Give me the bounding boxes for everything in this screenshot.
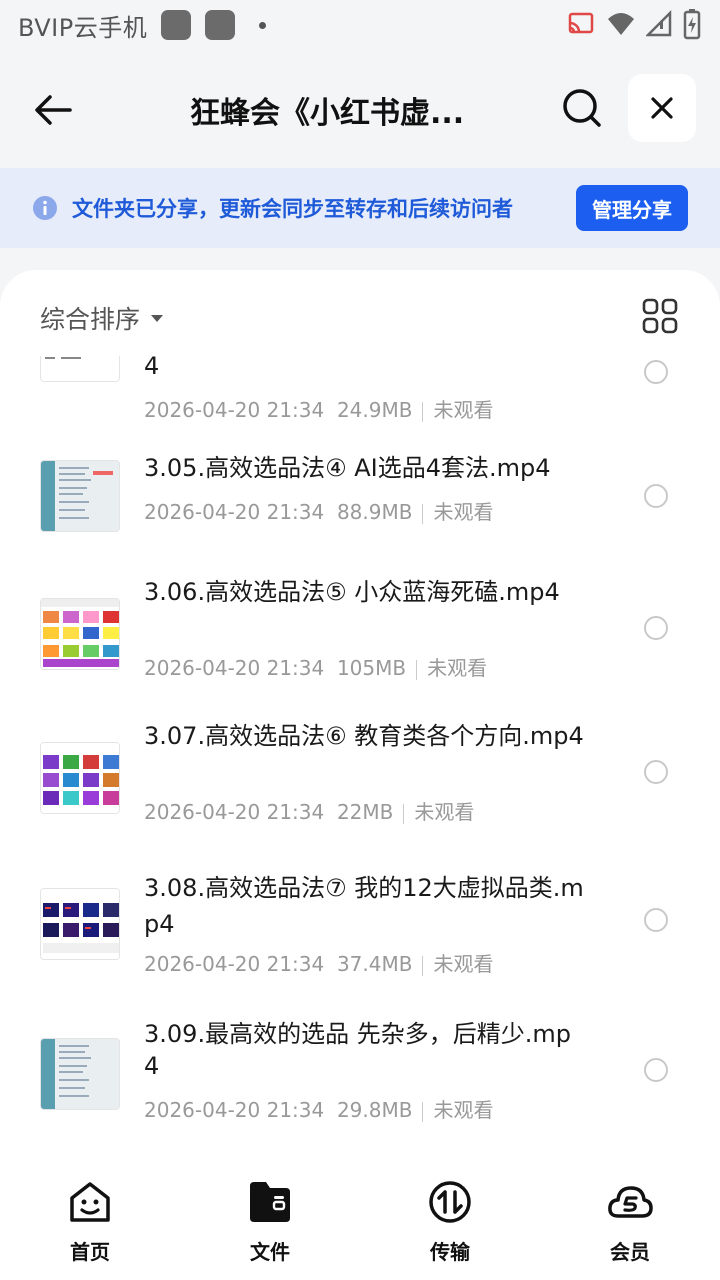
select-radio[interactable] — [644, 1058, 668, 1082]
share-banner: 文件夹已分享，更新会同步至转存和后续访问者 管理分享 — [0, 168, 720, 248]
grid-view-icon — [642, 298, 678, 334]
vip-cloud-icon — [608, 1186, 653, 1218]
file-date: 2026-04-20 21:34 — [144, 952, 325, 976]
file-size: 24.9MB — [336, 398, 413, 422]
nav-home-label: 首页 — [70, 1240, 110, 1264]
share-banner-text: 文件夹已分享，更新会同步至转存和后续访问者 — [72, 197, 513, 221]
search-button[interactable] — [558, 84, 606, 132]
cast-icon — [568, 12, 594, 34]
watch-status: 未观看 — [414, 800, 475, 824]
file-name: 3.07.高效选品法⑥ 教育类各个方向.mp4 — [144, 722, 584, 750]
status-bar: BVIP云手机 — [0, 0, 720, 50]
file-name: 3.08.高效选品法⑦ 我的12大虚拟品类.mp4 — [144, 874, 584, 938]
watch-status: 未观看 — [433, 1098, 494, 1122]
file-name: 3.06.高效选品法⑤ 小众蓝海死磕.mp4 — [144, 578, 560, 606]
file-date: 2026-04-20 21:34 — [144, 398, 325, 422]
wifi-icon — [608, 13, 634, 35]
back-button[interactable] — [30, 86, 78, 134]
nav-vip-label: 会员 — [610, 1240, 650, 1264]
close-icon — [651, 97, 673, 119]
watch-status: 未观看 — [433, 952, 494, 976]
sort-label: 综合排序 — [40, 305, 141, 334]
select-radio[interactable] — [644, 484, 668, 508]
video-thumbnail — [40, 888, 120, 960]
nav-files-label: 文件 — [250, 1240, 290, 1264]
file-list-card: 综合排序 4 2026-04-20 21:34 24.9MB 未观看 3.05.… — [0, 270, 720, 1280]
notification-icon — [161, 10, 192, 40]
video-thumbnail — [40, 742, 120, 814]
folder-icon — [250, 1182, 290, 1222]
select-radio[interactable] — [644, 760, 668, 784]
file-size: 37.4MB — [336, 952, 413, 976]
file-row[interactable]: 3.05.高效选品法④ AI选品4套法.mp4 2026-04-20 21:34… — [0, 450, 720, 576]
file-size: 22MB — [336, 800, 394, 824]
file-meta: 2026-04-20 21:34 24.9MB 未观看 — [144, 394, 493, 423]
file-size: 88.9MB — [336, 500, 413, 524]
nav-transfer-label: 传输 — [430, 1240, 470, 1264]
info-icon — [33, 196, 57, 220]
file-meta: 2026-04-20 21:34 105MB 未观看 — [144, 652, 487, 681]
file-name: 3.09.最高效的选品 先杂多，后精少.mp4 — [144, 1020, 571, 1080]
nav-files[interactable]: 文件 — [180, 1162, 360, 1280]
file-date: 2026-04-20 21:34 — [144, 800, 325, 824]
file-meta: 2026-04-20 21:34 29.8MB 未观看 — [144, 1094, 493, 1123]
page-title: 狂蜂会《小红书虚... — [190, 96, 465, 131]
file-name: 3.05.高效选品法④ AI选品4套法.mp4 — [144, 454, 551, 482]
file-size: 29.8MB — [336, 1098, 413, 1122]
file-row[interactable]: 3.08.高效选品法⑦ 我的12大虚拟品类.mp4 2026-04-20 21:… — [0, 864, 720, 1014]
battery-charging-icon — [683, 9, 701, 40]
file-row[interactable]: 4 2026-04-20 21:34 24.9MB 未观看 — [0, 356, 720, 450]
sort-dropdown[interactable]: 综合排序 — [40, 300, 168, 336]
nav-home[interactable]: 首页 — [0, 1162, 180, 1280]
file-list[interactable]: 4 2026-04-20 21:34 24.9MB 未观看 3.05.高效选品法… — [0, 356, 720, 1152]
home-face-icon — [70, 1182, 110, 1222]
file-meta: 2026-04-20 21:34 22MB 未观看 — [144, 796, 474, 825]
file-row[interactable]: 3.06.高效选品法⑤ 小众蓝海死磕.mp4 2026-04-20 21:34 … — [0, 576, 720, 720]
manage-share-button[interactable]: 管理分享 — [576, 185, 688, 231]
bottom-nav: 首页 文件 传输 会员 — [0, 1162, 720, 1280]
nav-transfer[interactable]: 传输 — [360, 1162, 540, 1280]
watch-status: 未观看 — [433, 398, 494, 422]
caret-down-icon — [151, 315, 164, 322]
back-arrow-icon — [35, 95, 72, 125]
file-meta: 2026-04-20 21:34 88.9MB 未观看 — [144, 496, 493, 525]
file-date: 2026-04-20 21:34 — [144, 1098, 325, 1122]
file-row[interactable]: 3.07.高效选品法⑥ 教育类各个方向.mp4 2026-04-20 21:34… — [0, 720, 720, 864]
file-date: 2026-04-20 21:34 — [144, 656, 325, 680]
search-icon — [563, 89, 601, 127]
transfer-icon — [429, 1181, 471, 1223]
video-thumbnail — [40, 598, 120, 670]
select-radio[interactable] — [644, 360, 668, 384]
grid-view-button[interactable] — [642, 298, 678, 334]
video-thumbnail — [40, 460, 120, 532]
select-radio[interactable] — [644, 616, 668, 640]
file-size: 105MB — [336, 656, 407, 680]
close-button[interactable] — [628, 74, 696, 142]
more-notifications-icon — [259, 21, 267, 29]
select-radio[interactable] — [644, 908, 668, 932]
header: 狂蜂会《小红书虚... — [0, 60, 720, 160]
file-name: 4 — [144, 356, 160, 380]
file-meta: 2026-04-20 21:34 37.4MB 未观看 — [144, 948, 493, 977]
watch-status: 未观看 — [427, 656, 488, 680]
nav-vip[interactable]: 会员 — [540, 1162, 720, 1280]
file-date: 2026-04-20 21:34 — [144, 500, 325, 524]
signal-icon — [646, 9, 672, 37]
video-thumbnail — [40, 356, 120, 382]
video-thumbnail — [40, 1038, 120, 1110]
status-bar-title: BVIP云手机 — [18, 13, 148, 42]
watch-status: 未观看 — [433, 500, 494, 524]
notification-icon — [205, 10, 236, 40]
file-row[interactable]: 3.09.最高效的选品 先杂多，后精少.mp4 2026-04-20 21:34… — [0, 1014, 720, 1152]
